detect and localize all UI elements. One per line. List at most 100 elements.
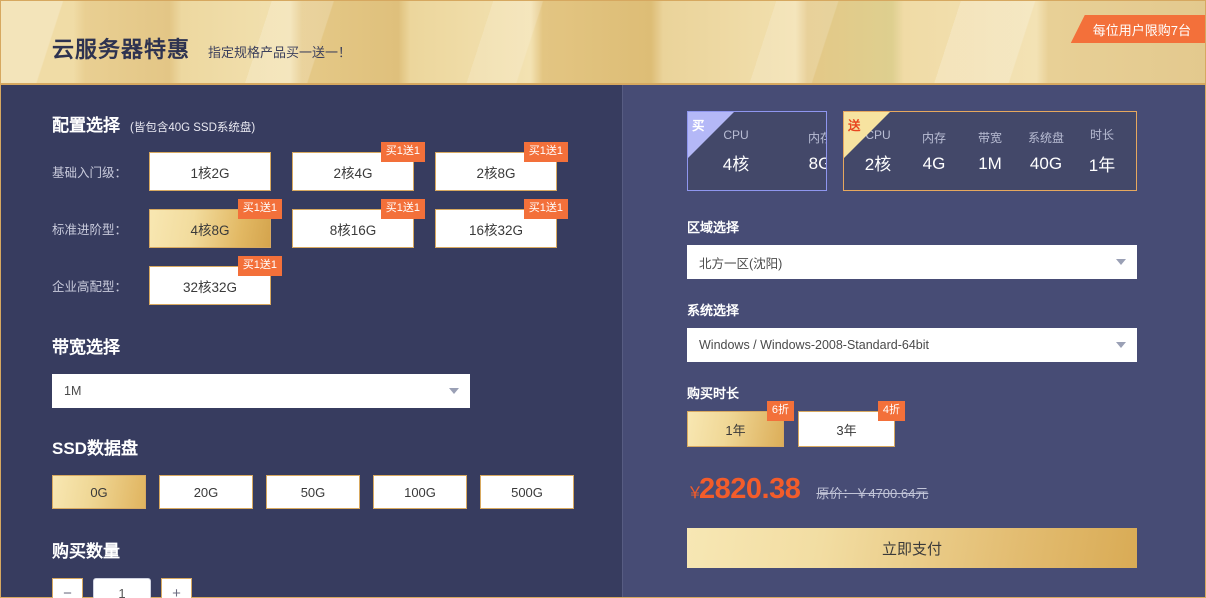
config-option-label: 32核32G [182, 279, 238, 295]
config-option-2c8g[interactable]: 2核8G 买1送1 [435, 142, 568, 191]
region-block: 区域选择 北方一区(沈阳) [687, 217, 1137, 279]
promo-tag: 买1送1 [380, 142, 425, 162]
system-select-wrap: Windows / Windows-2008-Standard-64bit [687, 328, 1137, 362]
pay-now-button[interactable]: 立即支付 [687, 528, 1137, 568]
page-subtitle: 指定规格产品买一送一！ [208, 45, 352, 60]
quantity-input[interactable]: 1 [93, 578, 151, 598]
config-row-standard: 标准进阶型： 4核8G 买1送1 8核16G 买1送1 16核32G 买1送1 [52, 199, 622, 248]
spec-value: 4G [922, 153, 946, 173]
system-select-value: Windows / Windows-2008-Standard-64bit [699, 338, 929, 352]
spec-col-systemdisk: 系统盘 40G [1018, 112, 1074, 190]
spec-key: 带宽 [977, 130, 1002, 145]
config-row-label: 标准进阶型： [52, 223, 128, 237]
config-option-16c32g[interactable]: 16核32G 买1送1 [435, 199, 568, 248]
quantity-decrease-button[interactable]: − [52, 578, 83, 598]
duration-option-label: 3年 [836, 422, 857, 438]
discount-tag: 4折 [877, 401, 905, 421]
spec-col-memory: 内存 8G [778, 112, 826, 190]
configuration-panel: 配置选择 (皆包含40G SSD系统盘) 基础入门级： 1核2G 2核4G 买1… [1, 85, 623, 598]
config-option-2c4g[interactable]: 2核4G 买1送1 [292, 142, 425, 191]
ssd-option-500g[interactable]: 500G [480, 475, 574, 509]
config-option-label: 2核4G [333, 165, 373, 181]
summary-panel: 买 CPU 4核 内存 8G 送 [623, 85, 1205, 597]
spec-value: 8G [808, 153, 826, 173]
spec-card-purchased: 买 CPU 4核 内存 8G [687, 111, 827, 191]
ssd-option-20g[interactable]: 20G [159, 475, 253, 509]
quantity-increase-button[interactable]: + [161, 578, 192, 598]
ssd-section-title: SSD数据盘 [52, 439, 138, 458]
spec-value: 40G [1029, 153, 1063, 173]
config-option-label: 4核8G [190, 222, 230, 238]
bandwidth-select[interactable]: 1M [52, 374, 470, 408]
config-row-enterprise: 企业高配型： 32核32G 买1送1 [52, 256, 622, 305]
spec-key: 内存 [807, 130, 826, 145]
spec-value: 2核 [864, 154, 892, 174]
system-block: 系统选择 Windows / Windows-2008-Standard-64b… [687, 300, 1137, 362]
corner-ribbon-label: 买 [692, 119, 705, 133]
spec-card-gift: 送 CPU 2核 内存 4G 带宽 1M 系统盘 40G 时长 1年 [843, 111, 1137, 191]
price-row: ￥2820.38 原价：￥4700.64元 [687, 473, 1137, 506]
ssd-option-100g[interactable]: 100G [373, 475, 467, 509]
config-section-header: 配置选择 (皆包含40G SSD系统盘) [52, 111, 622, 136]
config-option-1c2g[interactable]: 1核2G [149, 152, 271, 191]
quantity-section-header: 购买数量 [52, 537, 622, 562]
spec-value: 1年 [1088, 156, 1116, 175]
config-section-note: (皆包含40G SSD系统盘) [130, 122, 256, 134]
config-option-label: 16核32G [468, 222, 524, 238]
bandwidth-select-value: 1M [64, 384, 82, 398]
spec-key: CPU [723, 127, 749, 142]
system-select[interactable]: Windows / Windows-2008-Standard-64bit [687, 328, 1137, 362]
region-select[interactable]: 北方一区(沈阳) [687, 245, 1137, 279]
config-options-enterprise: 32核32G 买1送1 [149, 256, 282, 305]
page-header: 云服务器特惠 指定规格产品买一送一！ 每位用户限购7台 [1, 1, 1205, 85]
duration-label: 购买时长 [687, 386, 740, 401]
price-value: 2820.38 [699, 473, 801, 505]
discount-tag: 6折 [766, 401, 794, 421]
promo-tag: 买1送1 [523, 199, 568, 219]
duration-options: 1年 6折 3年 4折 [687, 401, 1137, 447]
ssd-option-0g[interactable]: 0G [52, 475, 146, 509]
bandwidth-select-wrap: 1M [52, 374, 470, 408]
ssd-option-50g[interactable]: 50G [266, 475, 360, 509]
promo-tag: 买1送1 [380, 199, 425, 219]
config-option-32c32g[interactable]: 32核32G 买1送1 [149, 256, 282, 305]
spec-key: 时长 [1089, 128, 1114, 142]
config-options-basic: 1核2G 2核4G 买1送1 2核8G 买1送1 [149, 142, 568, 191]
region-select-value: 北方一区(沈阳) [699, 256, 783, 271]
chevron-down-icon [449, 388, 459, 394]
chevron-down-icon [1116, 259, 1126, 265]
spec-col-duration: 时长 1年 [1074, 112, 1130, 190]
spec-cards: 买 CPU 4核 内存 8G 送 [687, 111, 1137, 191]
config-option-label: 1核2G [190, 165, 230, 181]
promo-tag: 买1送1 [523, 142, 568, 162]
config-option-label: 2核8G [476, 165, 516, 181]
config-section-title: 配置选择 [52, 116, 120, 135]
region-label: 区域选择 [687, 220, 740, 235]
page-title: 云服务器特惠 [52, 37, 191, 62]
quantity-stepper: − 1 + [52, 578, 622, 598]
spec-key: 系统盘 [1027, 130, 1064, 145]
spec-value: 4核 [722, 154, 750, 174]
corner-ribbon-label: 送 [848, 119, 861, 133]
duration-option-3year[interactable]: 3年 4折 [798, 401, 905, 447]
page-body: 配置选择 (皆包含40G SSD系统盘) 基础入门级： 1核2G 2核4G 买1… [1, 85, 1205, 598]
duration-option-label: 1年 [725, 422, 746, 438]
summary-inner: 买 CPU 4核 内存 8G 送 [623, 111, 1205, 568]
duration-option-1year[interactable]: 1年 6折 [687, 401, 794, 447]
spec-col-bandwidth: 带宽 1M [962, 112, 1018, 190]
config-row-basic: 基础入门级： 1核2G 2核4G 买1送1 2核8G 买1送1 [52, 142, 622, 191]
purchase-limit-badge: 每位用户限购7台 [1070, 15, 1205, 43]
spec-value: 1M [978, 153, 1002, 173]
config-option-4c8g[interactable]: 4核8G 买1送1 [149, 199, 282, 248]
ssd-options: 0G 20G 50G 100G 500G [52, 475, 622, 509]
ssd-section-header: SSD数据盘 [52, 434, 622, 459]
header-content: 云服务器特惠 指定规格产品买一送一！ [1, 1, 1205, 64]
promo-page: 云服务器特惠 指定规格产品买一送一！ 每位用户限购7台 配置选择 (皆包含40G… [0, 0, 1206, 598]
price-amount: ￥2820.38 [687, 473, 801, 506]
quantity-section-title: 购买数量 [52, 542, 120, 561]
promo-tag: 买1送1 [237, 199, 282, 219]
config-option-8c16g[interactable]: 8核16G 买1送1 [292, 199, 425, 248]
bandwidth-section-title: 带宽选择 [52, 338, 120, 357]
chevron-down-icon [1116, 342, 1126, 348]
config-options-standard: 4核8G 买1送1 8核16G 买1送1 16核32G 买1送1 [149, 199, 568, 248]
